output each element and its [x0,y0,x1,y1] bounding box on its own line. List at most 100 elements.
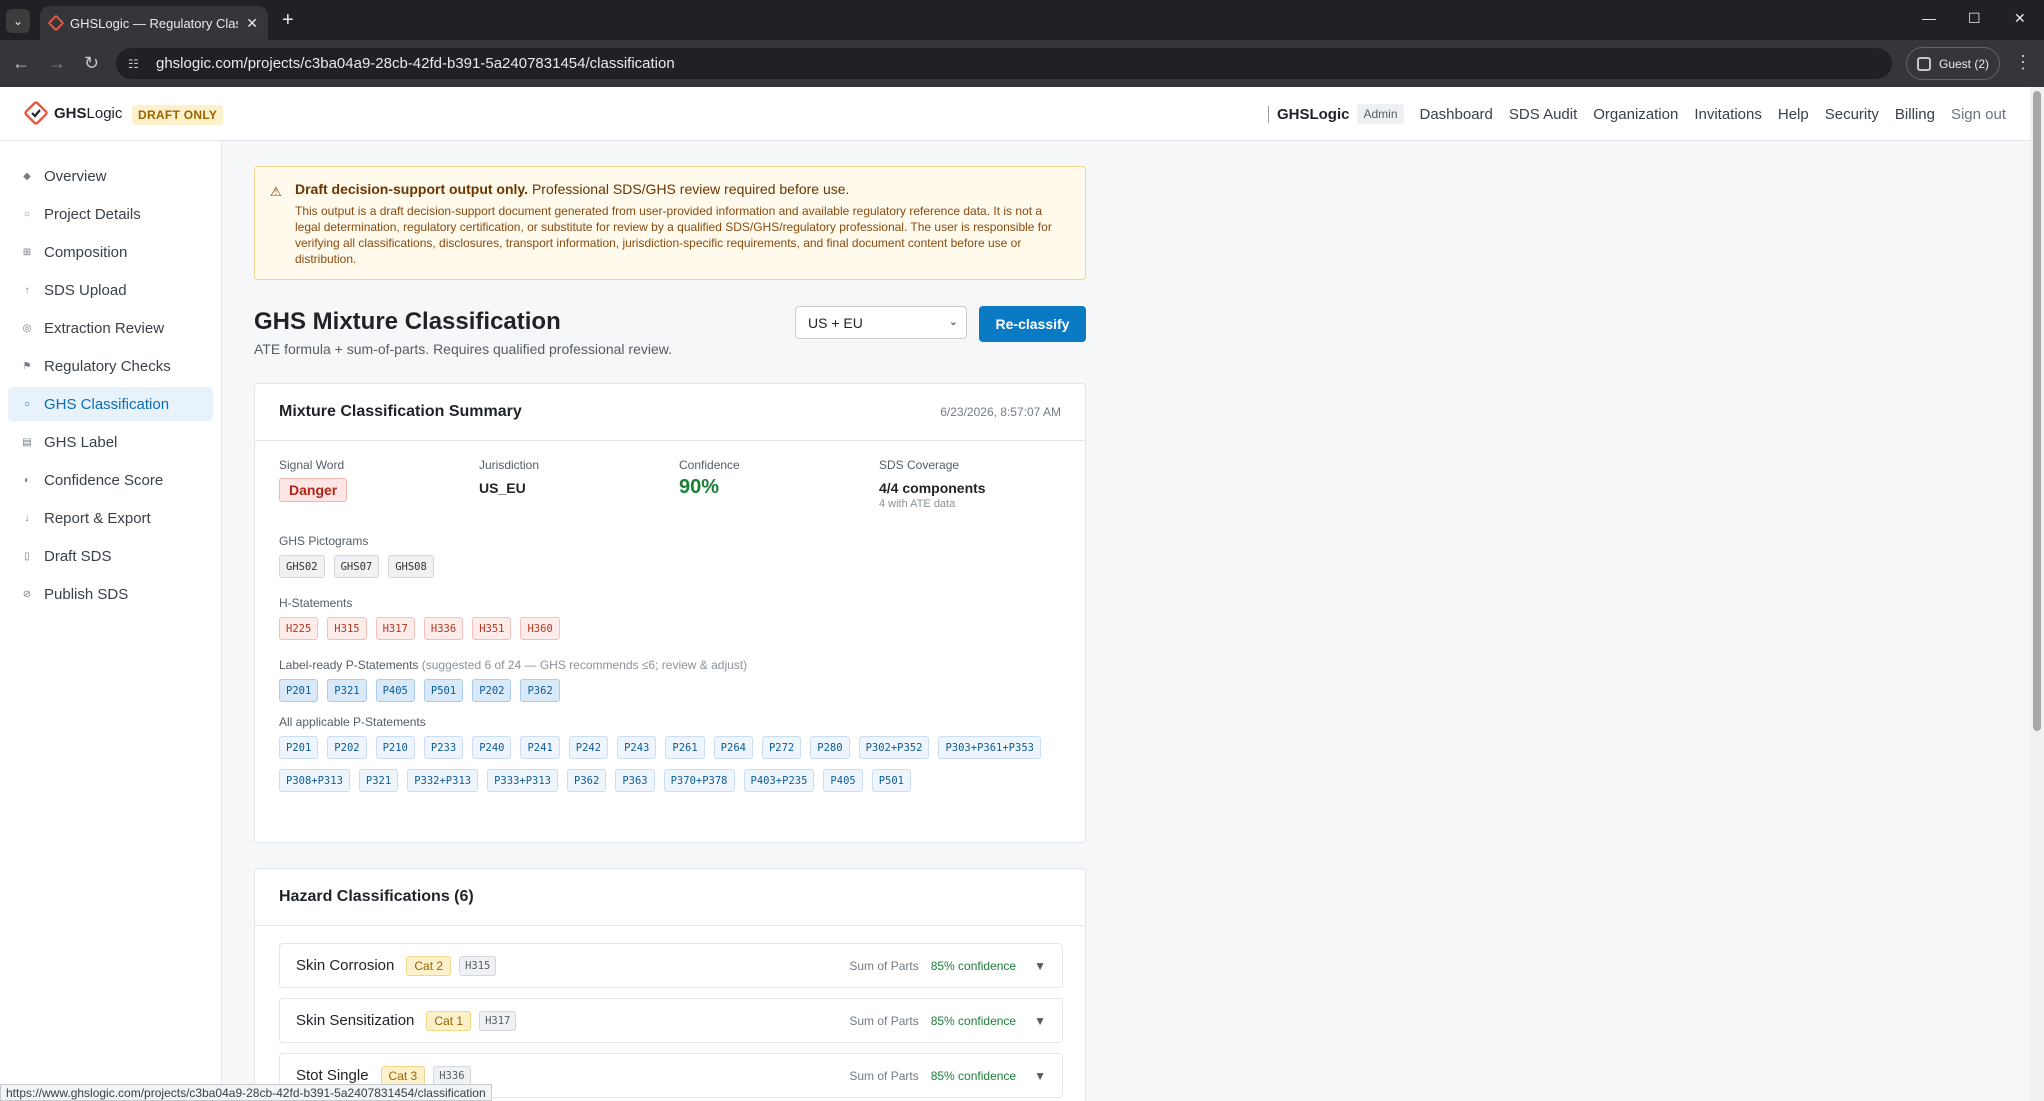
hazard-method: Sum of Parts [849,958,919,973]
window-close-icon[interactable]: ✕ [2014,10,2026,27]
hazard-row[interactable]: Skin Sensitization Cat 1 H317 Sum of Par… [279,998,1063,1043]
statement-chip: P370+P378 [663,769,735,792]
h-statements-label: H-Statements [279,596,353,610]
coverage-value: 4/4 components [879,480,986,496]
back-arrow-icon[interactable]: ← [12,52,30,74]
nav-organization[interactable]: Organization [1593,106,1678,123]
sidebar-item-ghs-classification[interactable]: ○ GHS Classification [8,387,213,421]
header-brand: GHSLogic [1267,105,1349,123]
hazard-confidence: 85% confidence [930,1013,1017,1028]
sidebar-item-publish-sds[interactable]: ⊘ Publish SDS [8,577,213,611]
jurisdiction-stat: Jurisdiction US_EU [479,458,539,496]
hazard-category-badge: Cat 2 [406,955,452,976]
all-p-statements-label: All applicable P-Statements [279,715,426,729]
jurisdiction-select[interactable]: US + EU ⌄ [795,306,967,339]
nav-dashboard[interactable]: Dashboard [1420,106,1493,123]
profile-icon [1916,56,1931,71]
statement-chip: P332+P313 [407,769,479,792]
sidebar-item-composition[interactable]: ⊞ Composition [8,235,213,269]
sidebar-item-label: Confidence Score [44,471,164,489]
document-icon: ▯ [24,550,30,562]
statement-chip: P202 [472,679,512,702]
statement-chip: P242 [568,736,609,759]
sidebar-item-confidence-score[interactable]: ◐ Confidence Score [8,463,213,497]
statement-chip: P302+P352 [858,736,930,759]
statement-chip: H317 [375,617,415,640]
nav-invitations[interactable]: Invitations [1694,106,1762,123]
sidebar-item-label: Composition [44,243,128,261]
statement-chip: P243 [617,736,657,759]
hazard-name: Stot Single [296,1067,369,1084]
sidebar-item-label: GHS Label [44,433,118,451]
expand-caret-icon[interactable]: ▼ [1034,1014,1046,1028]
reload-icon[interactable]: ↻ [84,52,99,74]
summary-card-header: Mixture Classification Summary 6/23/2026… [255,384,1085,441]
hazard-classifications-card: Hazard Classifications (6) Skin Corrosio… [254,868,1086,1101]
flag-icon: ⚑ [22,360,32,372]
nav-security[interactable]: Security [1825,106,1879,123]
address-bar[interactable]: ☷ ghslogic.com/projects/c3ba04a9-28cb-42… [116,48,1892,79]
hazard-meta: Sum of Parts 85% confidence ▼ [849,1014,1046,1028]
hazard-category-badge: Cat 3 [380,1065,426,1086]
statement-chip: P501 [871,769,912,792]
hazard-meta: Sum of Parts 85% confidence ▼ [849,959,1046,973]
pictograms-label: GHS Pictograms [279,534,369,548]
statement-chip: P362 [567,769,607,792]
sidebar-item-overview[interactable]: ◆ Overview [8,159,213,193]
statement-chip: P308+P313 [279,769,350,792]
label-p-hint: (suggested 6 of 24 — GHS recommends ≤6; … [418,658,748,672]
scrollbar-thumb[interactable] [2033,91,2041,731]
sidebar-item-sds-upload[interactable]: ↑ SDS Upload [8,273,213,307]
browser-tab-strip: ⌄ GHSLogic — Regulatory Classifi ✕ + — ☐… [0,0,2044,40]
sidebar-item-draft-sds[interactable]: ▯ Draft SDS [8,539,213,573]
role-badge: Admin [1357,104,1404,124]
tab-search-chevron-icon[interactable]: ⌄ [6,9,30,33]
grid-icon: ⊞ [22,246,32,258]
browser-menu-icon[interactable]: ⋮ [2014,52,2032,73]
stat-label: SDS Coverage [879,458,960,472]
statement-chip: P233 [423,736,464,759]
minimize-icon[interactable]: — [1922,10,1936,26]
statement-chip: P264 [713,736,753,759]
expand-caret-icon[interactable]: ▼ [1034,959,1046,973]
tab-title: GHSLogic — Regulatory Classifi [70,15,238,31]
nav-help[interactable]: Help [1778,106,1809,123]
sidebar-item-ghs-label[interactable]: ▤ GHS Label [8,425,213,459]
statement-chip: P321 [327,679,367,702]
sidebar-item-label: Regulatory Checks [44,357,171,375]
sidebar-item-project-details[interactable]: ○ Project Details [8,197,213,231]
summary-stats: Signal Word Danger Jurisdiction US_EU Co… [279,458,1059,518]
profile-button[interactable]: Guest (2) [1906,47,2000,80]
status-bar-url: https://www.ghslogic.com/projects/c3ba04… [0,1084,492,1101]
tab-close-icon[interactable]: ✕ [246,15,258,32]
hazard-confidence: 85% confidence [930,1068,1017,1083]
pictogram-chips: GHS02 GHS07 GHS08 [279,555,1069,578]
sign-out-link[interactable]: Sign out [1951,106,2006,123]
statement-chip: GHS08 [388,555,434,578]
statement-chip: GHS07 [333,555,380,578]
maximize-icon[interactable]: ☐ [1968,10,1981,27]
statement-chip: P240 [472,736,512,759]
expand-caret-icon[interactable]: ▼ [1034,1069,1046,1083]
sidebar-item-regulatory-checks[interactable]: ⚑ Regulatory Checks [8,349,213,383]
nav-billing[interactable]: Billing [1895,106,1935,123]
sidebar-item-report-export[interactable]: ↓ Report & Export [8,501,213,535]
summary-timestamp: 6/23/2026, 8:57:07 AM [940,405,1061,419]
reclassify-button[interactable]: Re-classify [979,306,1086,342]
site-info-icon[interactable]: ☷ [128,57,148,71]
circle-icon: ○ [23,398,31,410]
favicon-icon [47,14,65,32]
hazard-row[interactable]: Skin Corrosion Cat 2 H315 Sum of Parts 8… [279,943,1063,988]
page-header: GHS Mixture Classification US + EU ⌄ Re-… [254,280,1086,380]
sidebar-item-extraction-review[interactable]: ◎ Extraction Review [8,311,213,345]
page-scrollbar[interactable] [2030,87,2044,1101]
logo[interactable]: GHSLogic [24,101,122,125]
new-tab-plus-icon[interactable]: + [282,9,294,31]
browser-tab[interactable]: GHSLogic — Regulatory Classifi ✕ [40,6,268,40]
statement-chip: P280 [810,736,850,759]
statement-chip: H225 [279,617,319,640]
forward-arrow-icon[interactable]: → [48,52,66,74]
mixture-summary-card: Mixture Classification Summary 6/23/2026… [254,383,1086,843]
nav-sds-audit[interactable]: SDS Audit [1509,106,1577,123]
browser-toolbar: ← → ↻ ☷ ghslogic.com/projects/c3ba04a9-2… [0,40,2044,87]
